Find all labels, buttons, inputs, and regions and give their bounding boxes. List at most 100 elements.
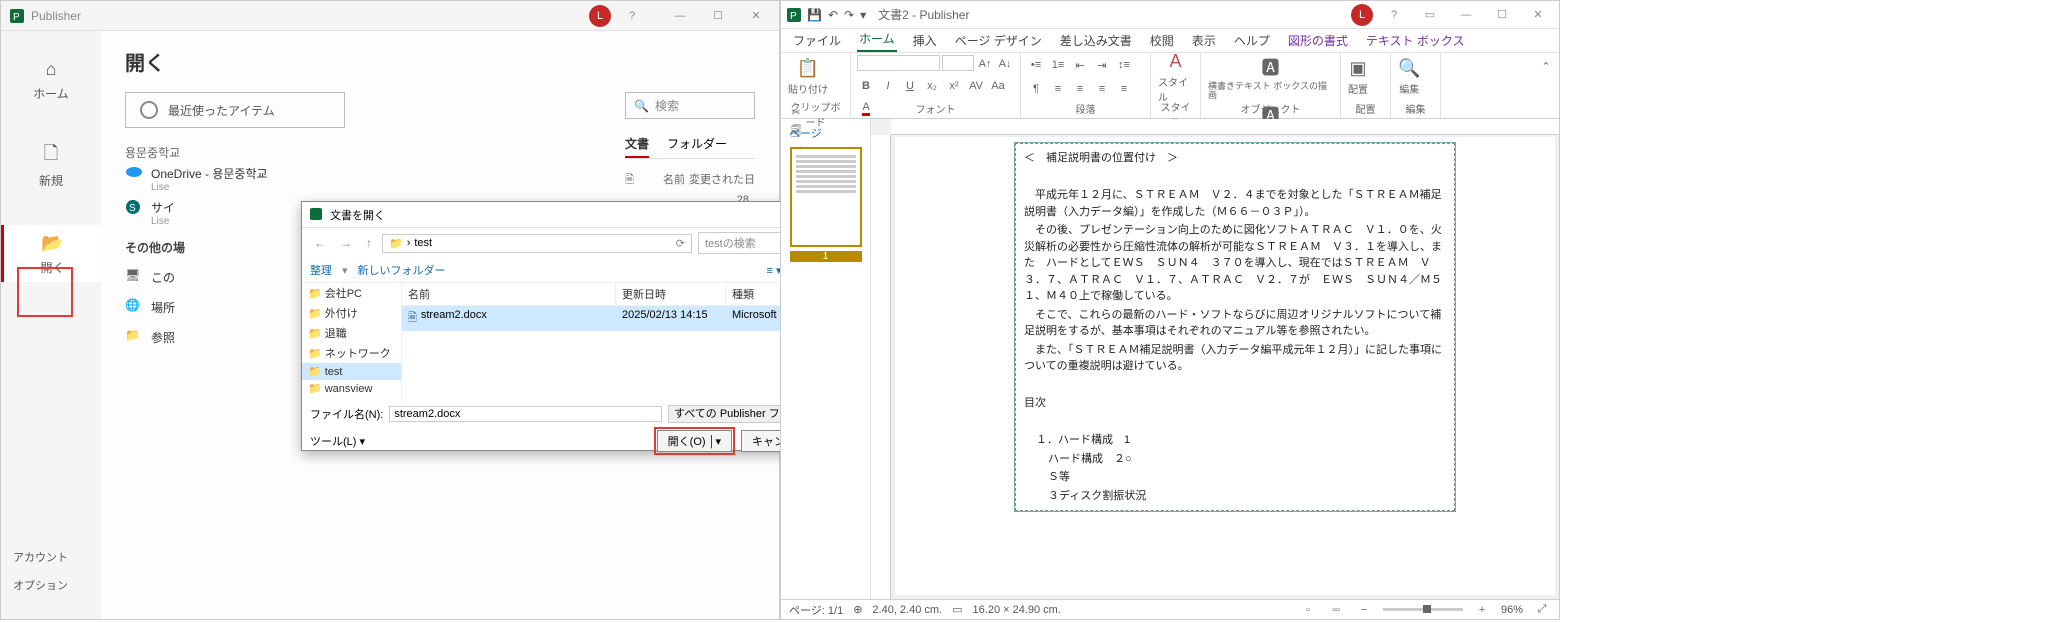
font-family-combo[interactable]: [857, 55, 940, 71]
tab-insert[interactable]: 挿入: [911, 29, 939, 52]
page-thumbnail[interactable]: [790, 147, 862, 247]
account-avatar[interactable]: L: [589, 5, 611, 27]
grow-font-button[interactable]: A↑: [976, 55, 994, 73]
tab-review[interactable]: 校閲: [1148, 29, 1176, 52]
save-icon[interactable]: 💾: [807, 8, 822, 22]
tools-menu[interactable]: ツール(L): [310, 436, 356, 448]
arrange-button[interactable]: ▣配置: [1347, 55, 1369, 99]
ribbon-display-button[interactable]: ▭: [1415, 5, 1445, 25]
tab-documents[interactable]: 文書: [625, 131, 649, 158]
address-bar[interactable]: 📁› test ⟳: [382, 234, 692, 253]
superscript-button[interactable]: x²: [945, 77, 963, 95]
align-left-button[interactable]: ≡: [1049, 80, 1067, 98]
close-button[interactable]: ✕: [741, 6, 771, 26]
vertical-ruler[interactable]: [871, 135, 891, 599]
collapse-ribbon-button[interactable]: ⌃: [1537, 57, 1555, 75]
maximize-button[interactable]: ☐: [1487, 5, 1517, 25]
help2-icon[interactable]: ?: [617, 6, 647, 26]
numbering-button[interactable]: 1≡: [1049, 56, 1067, 74]
search-input[interactable]: 🔍 検索: [625, 92, 755, 119]
shrink-font-button[interactable]: A↓: [996, 55, 1014, 73]
align-right-button[interactable]: ≡: [1093, 80, 1111, 98]
tab-help[interactable]: ヘルプ: [1232, 29, 1272, 52]
tab-folders[interactable]: フォルダー: [667, 131, 727, 158]
main-textbox[interactable]: ＜ 補足説明書の位置付け ＞ 平成元年１２月に、ＳＴＲＥＡＭ Ｖ２．４までを対象…: [1015, 143, 1455, 511]
tree-external[interactable]: 📁外付け: [302, 303, 401, 323]
nav-fwd-button[interactable]: →: [336, 236, 356, 250]
bullets-button[interactable]: •≡: [1027, 56, 1045, 74]
tab-textbox[interactable]: テキスト ボックス: [1364, 29, 1467, 52]
tab-shapeformat[interactable]: 図形の書式: [1286, 29, 1350, 52]
maximize-button[interactable]: ☐: [703, 6, 733, 26]
draw-h-textbox-button[interactable]: 🅰横書きテキスト ボックスの描画: [1207, 55, 1334, 99]
tree-company-pc[interactable]: 📁会社PC: [302, 283, 401, 303]
minimize-button[interactable]: —: [665, 6, 695, 26]
view-spread-button[interactable]: ▫▫: [1327, 601, 1345, 619]
close-button[interactable]: ✕: [1523, 5, 1553, 25]
ribbon-tabs: ファイル ホーム 挿入 ページ デザイン 差し込み文書 校閲 表示 ヘルプ 図形…: [781, 29, 1559, 53]
highlight-open-button: 開く(O) │▾: [654, 427, 735, 455]
zoom-slider[interactable]: [1383, 608, 1463, 611]
nav-up-button[interactable]: ↑: [362, 236, 376, 250]
increase-indent-button[interactable]: ⇥: [1093, 56, 1111, 74]
nav-back-button[interactable]: ←: [310, 236, 330, 250]
bold-button[interactable]: B: [857, 77, 875, 95]
clear-format-button[interactable]: Aa: [989, 77, 1007, 95]
nav-options[interactable]: オプション: [1, 571, 101, 599]
underline-button[interactable]: U: [901, 77, 919, 95]
organize-menu[interactable]: 整理: [310, 262, 332, 278]
subscript-button[interactable]: x₂: [923, 77, 941, 95]
page-canvas[interactable]: ＜ 補足説明書の位置付け ＞ 平成元年１２月に、ＳＴＲＥＡＭ Ｖ２．４までを対象…: [895, 137, 1555, 595]
folder-tree[interactable]: 📁会社PC 📁外付け 📁退職 📁ネットワーク 📁test 📁wansview: [302, 283, 402, 401]
word-icon: 🗎: [408, 309, 417, 328]
horizontal-ruler[interactable]: [891, 119, 1559, 135]
help-icon[interactable]: ?: [1379, 5, 1409, 25]
font-size-combo[interactable]: [942, 55, 974, 71]
tree-test[interactable]: 📁test: [302, 363, 401, 380]
undo-icon[interactable]: ↶: [828, 8, 838, 22]
nav-home[interactable]: ⌂ ホーム: [1, 51, 101, 108]
align-center-button[interactable]: ≡: [1071, 80, 1089, 98]
editing-button[interactable]: 🔍編集: [1397, 55, 1421, 99]
col-name[interactable]: 名前: [402, 283, 616, 305]
tab-home[interactable]: ホーム: [857, 27, 897, 52]
tab-mailmerge[interactable]: 差し込み文書: [1058, 29, 1134, 52]
filename-input[interactable]: [389, 406, 662, 422]
decrease-indent-button[interactable]: ⇤: [1071, 56, 1089, 74]
recent-items-button[interactable]: 最近使ったアイテム: [125, 92, 345, 128]
redo-icon[interactable]: ↷: [844, 8, 854, 22]
qat-more-icon[interactable]: ▾: [860, 8, 866, 22]
account-avatar[interactable]: L: [1351, 4, 1373, 26]
open-button[interactable]: 開く(O) │▾: [657, 430, 732, 452]
tab-view[interactable]: 表示: [1190, 29, 1218, 52]
new-folder-button[interactable]: 新しいフォルダー: [358, 262, 446, 278]
tab-file[interactable]: ファイル: [791, 29, 843, 52]
pilcrow-button[interactable]: ¶: [1027, 80, 1045, 98]
tree-network[interactable]: 📁ネットワーク: [302, 343, 401, 363]
italic-button[interactable]: I: [879, 77, 897, 95]
svg-text:S: S: [129, 203, 136, 214]
zoom-in-button[interactable]: +: [1473, 601, 1491, 619]
view-single-button[interactable]: ▫: [1299, 601, 1317, 619]
col-modified[interactable]: 変更された日: [689, 171, 755, 190]
char-spacing-button[interactable]: AV: [967, 77, 985, 95]
fit-page-button[interactable]: ⤢: [1533, 601, 1551, 619]
file-row[interactable]: 🗎stream2.docx 2025/02/13 14:15 Microsoft…: [402, 306, 826, 331]
tree-wansview[interactable]: 📁wansview: [302, 380, 401, 397]
tree-retire[interactable]: 📁退職: [302, 323, 401, 343]
status-page[interactable]: ページ: 1/1: [789, 602, 843, 618]
recent-label: 最近使ったアイテム: [168, 102, 275, 119]
minimize-button[interactable]: —: [1451, 5, 1481, 25]
zoom-level[interactable]: 96%: [1501, 604, 1523, 616]
col-name[interactable]: 名前: [641, 171, 689, 190]
col-date[interactable]: 更新日時: [616, 283, 726, 305]
paste-button[interactable]: 📋貼り付け: [787, 55, 829, 99]
nav-new[interactable]: 🗋 新規: [1, 138, 101, 195]
zoom-out-button[interactable]: −: [1355, 601, 1373, 619]
styles-button[interactable]: Aスタイル: [1157, 55, 1194, 99]
tab-pagedesign[interactable]: ページ デザイン: [953, 29, 1044, 52]
justify-button[interactable]: ≡: [1115, 80, 1133, 98]
onedrive-item[interactable]: OneDrive - 용문중학교 Lise: [125, 165, 355, 193]
nav-account[interactable]: アカウント: [1, 543, 101, 571]
line-spacing-button[interactable]: ↕≡: [1115, 56, 1133, 74]
